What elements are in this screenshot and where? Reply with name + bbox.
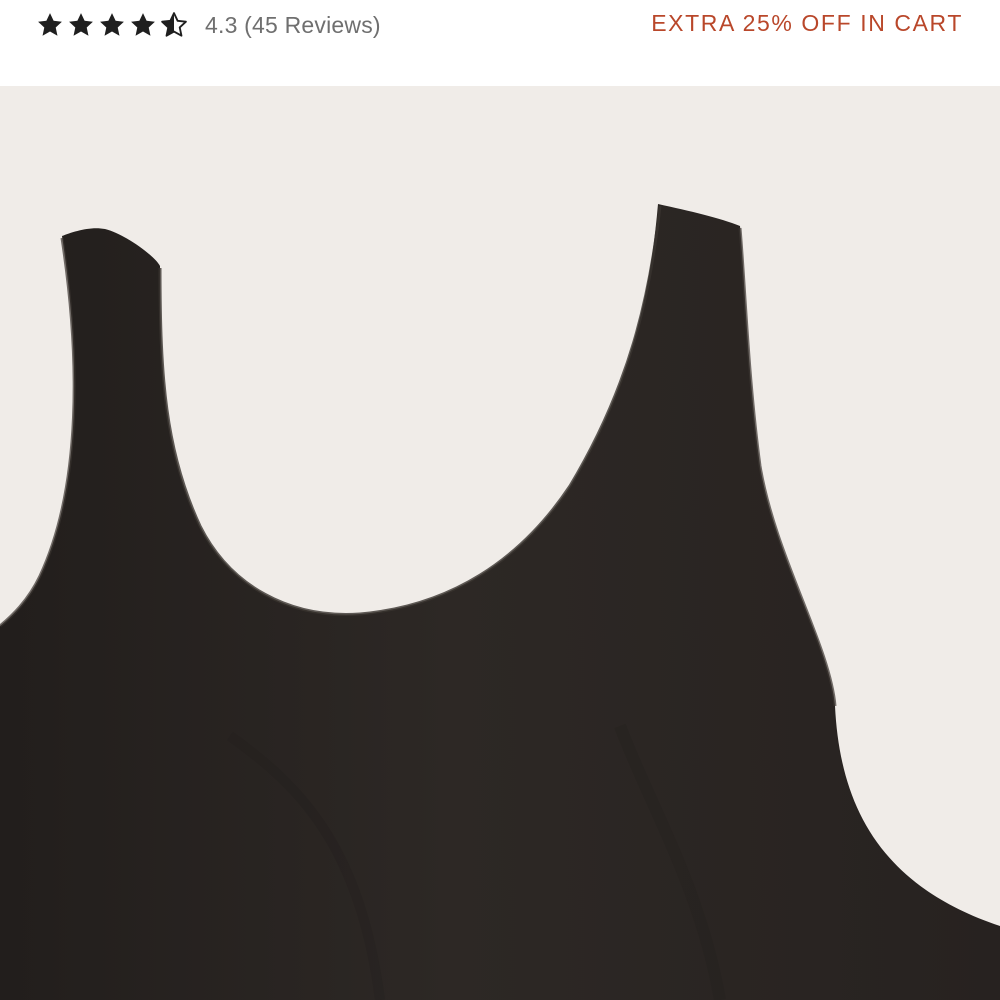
- tank-top-image: [0, 204, 1000, 1000]
- star-icon: [100, 13, 124, 36]
- star-rating: [36, 11, 191, 39]
- star-icon: [131, 13, 155, 36]
- product-image[interactable]: [0, 86, 1000, 1000]
- star-icon: [38, 13, 62, 36]
- half-star-icon: [161, 12, 187, 37]
- rating-summary[interactable]: 4.3 (45 Reviews): [36, 8, 381, 42]
- product-header-bar: 4.3 (45 Reviews) EXTRA 25% OFF IN CART: [0, 0, 1000, 86]
- promo-badge: EXTRA 25% OFF IN CART: [651, 10, 963, 36]
- rating-text[interactable]: 4.3 (45 Reviews): [205, 12, 381, 39]
- star-icon: [69, 13, 93, 36]
- product-page: 4.3 (45 Reviews) EXTRA 25% OFF IN CART: [0, 0, 1000, 1000]
